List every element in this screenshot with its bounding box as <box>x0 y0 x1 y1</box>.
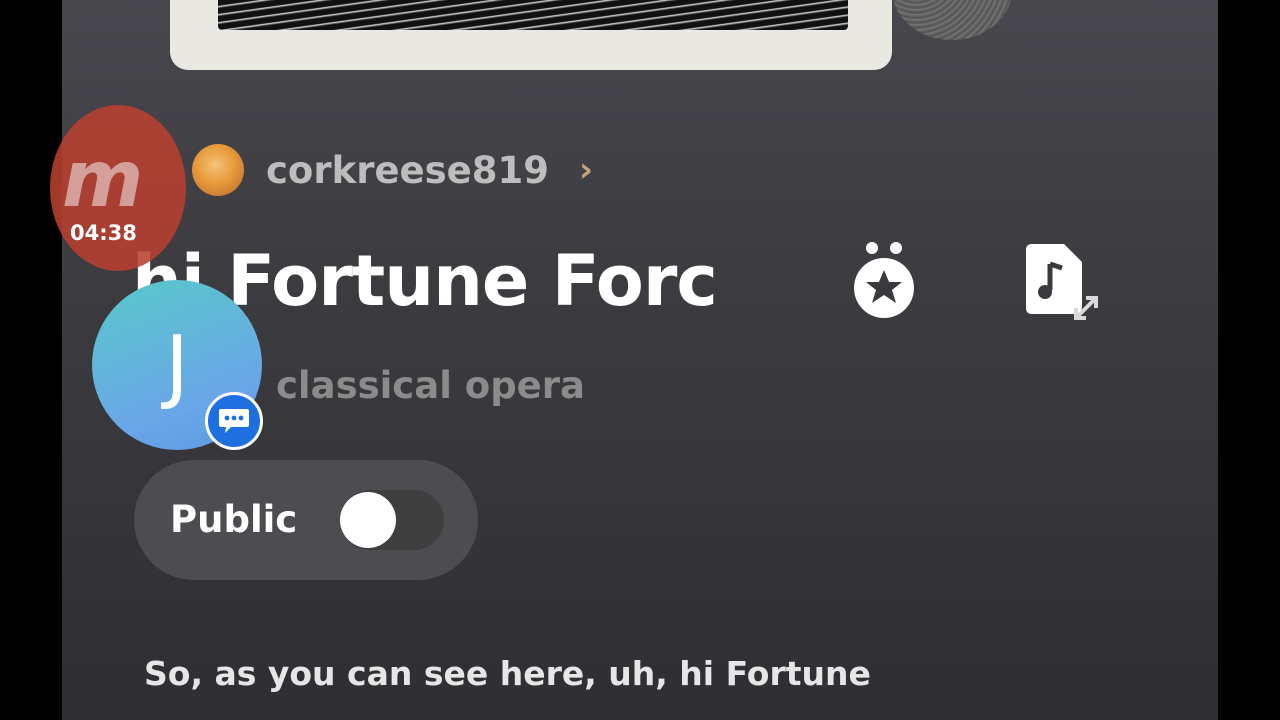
author-avatar <box>192 144 244 196</box>
lyrics-line: So, as you can see here, uh, hi Fortune <box>144 654 871 693</box>
chat-bubble-icon <box>205 392 263 450</box>
vinyl-disc-image <box>892 0 1012 40</box>
switch-knob <box>340 492 396 548</box>
lyrics-text: So, as you can see here, uh, hi Fortune <box>144 646 1144 702</box>
cover-art-frame[interactable] <box>170 0 892 70</box>
recorder-timer: 04:38 <box>70 221 137 245</box>
public-label: Public <box>170 498 298 541</box>
chat-head-initial: J <box>165 318 189 412</box>
recorder-logo: m <box>62 135 143 225</box>
music-file-expand-icon[interactable] <box>1020 244 1102 326</box>
medal-star-icon[interactable] <box>850 236 918 326</box>
chevron-right-icon: › <box>579 150 594 190</box>
author-link[interactable]: corkreese819 › <box>192 140 593 200</box>
public-switch[interactable] <box>340 490 444 550</box>
cover-art-image <box>218 0 848 30</box>
author-name: corkreese819 <box>266 148 549 192</box>
genre-tags: classical opera <box>276 364 585 407</box>
public-toggle[interactable]: Public <box>134 460 478 580</box>
